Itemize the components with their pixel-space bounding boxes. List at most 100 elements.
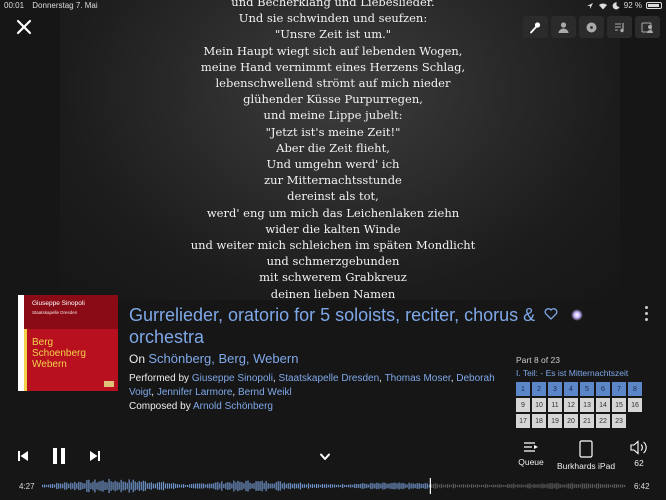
waveform-bar bbox=[384, 482, 386, 490]
artist-view-button[interactable] bbox=[551, 16, 576, 38]
waveform-bar bbox=[112, 482, 114, 490]
composer-link[interactable]: Arnold Schönberg bbox=[193, 401, 273, 412]
playhead[interactable] bbox=[429, 478, 431, 494]
performer-link[interactable]: Thomas Moser bbox=[385, 373, 451, 384]
performer-view-button[interactable] bbox=[635, 16, 660, 38]
location-icon bbox=[586, 2, 593, 9]
waveform-bar bbox=[104, 481, 106, 491]
waveform-bar bbox=[533, 483, 535, 489]
part-cell[interactable]: 9 bbox=[516, 398, 530, 412]
waveform-bar bbox=[319, 484, 322, 488]
close-button[interactable] bbox=[14, 17, 34, 37]
volume-button[interactable]: 62 bbox=[610, 440, 666, 468]
part-cell[interactable]: 2 bbox=[532, 382, 546, 396]
part-cell[interactable]: 14 bbox=[596, 398, 610, 412]
performers-prefix: Performed by bbox=[129, 373, 190, 384]
performer-link[interactable]: Giuseppe Sinopoli bbox=[192, 373, 273, 384]
album-view-button[interactable] bbox=[579, 16, 604, 38]
part-cell[interactable]: 22 bbox=[596, 414, 610, 428]
waveform-bar bbox=[265, 480, 267, 492]
album-cover[interactable]: Giuseppe Sinopoli Staatskapelle Dresden … bbox=[18, 295, 118, 391]
pause-button[interactable] bbox=[50, 446, 68, 466]
waveform-bar bbox=[74, 481, 76, 491]
waveform-bar bbox=[56, 482, 58, 490]
waveform-bar bbox=[255, 481, 257, 491]
more-options-button[interactable] bbox=[643, 306, 649, 326]
part-cell[interactable]: 18 bbox=[532, 414, 546, 428]
lyric-line: Aber die Zeit flieht, bbox=[276, 140, 390, 155]
waveform-bar bbox=[281, 483, 283, 489]
queue-button[interactable]: Queue bbox=[501, 440, 561, 467]
waveform-bar bbox=[307, 483, 310, 489]
waveform-bar bbox=[323, 484, 326, 488]
part-cell[interactable]: 10 bbox=[532, 398, 546, 412]
composer-view-button[interactable] bbox=[607, 16, 632, 38]
waveform-bar bbox=[481, 484, 483, 488]
waveform-bar bbox=[559, 483, 561, 489]
waveform-bar bbox=[450, 484, 452, 488]
sparkle-icon[interactable] bbox=[571, 309, 583, 321]
waveform-bar bbox=[350, 484, 352, 488]
collapse-button[interactable] bbox=[318, 450, 332, 462]
part-cell[interactable]: 23 bbox=[612, 414, 626, 428]
part-cell[interactable]: 20 bbox=[564, 414, 578, 428]
waveform-bar bbox=[483, 484, 485, 488]
waveform-bar bbox=[491, 484, 493, 488]
waveform-bar bbox=[382, 482, 384, 490]
part-cell[interactable]: 21 bbox=[580, 414, 594, 428]
waveform-bar bbox=[549, 483, 551, 489]
performer-link[interactable]: Staatskapelle Dresden bbox=[279, 373, 380, 384]
part-cell[interactable]: 17 bbox=[516, 414, 530, 428]
waveform-scrubber[interactable] bbox=[42, 478, 626, 494]
performer-link[interactable]: Bernd Weikl bbox=[238, 387, 292, 398]
waveform-bar bbox=[271, 483, 273, 489]
part-cell[interactable]: 16 bbox=[628, 398, 642, 412]
heart-icon[interactable] bbox=[544, 307, 558, 321]
waveform-bar bbox=[340, 485, 342, 487]
waveform-bar bbox=[84, 483, 86, 489]
waveform-bar bbox=[299, 482, 301, 490]
next-button[interactable] bbox=[88, 449, 102, 463]
previous-button[interactable] bbox=[16, 449, 30, 463]
waveform-bar bbox=[458, 484, 461, 488]
part-cell[interactable]: 8 bbox=[628, 382, 642, 396]
waveform-bar bbox=[428, 484, 430, 488]
waveform-bar bbox=[327, 484, 330, 488]
waveform-bar bbox=[130, 482, 132, 490]
part-cell[interactable]: 7 bbox=[612, 382, 626, 396]
pause-icon bbox=[53, 448, 65, 464]
lyric-line: deinen lieben Namen bbox=[270, 286, 396, 301]
track-title[interactable]: Gurrelieder, oratorio for 5 soloists, re… bbox=[129, 304, 539, 348]
waveform-bar bbox=[563, 484, 565, 488]
waveform-bar bbox=[229, 482, 231, 490]
lyrics-view-button[interactable] bbox=[523, 16, 548, 38]
waveform-bar bbox=[176, 484, 179, 488]
cover-label-logo bbox=[104, 381, 114, 387]
performer-link[interactable]: Jennifer Larmore bbox=[157, 387, 233, 398]
output-device-button[interactable]: Burkhards iPad bbox=[556, 440, 616, 471]
album-link[interactable]: Schönberg, Berg, Webern bbox=[148, 351, 298, 366]
part-cell[interactable]: 5 bbox=[580, 382, 594, 396]
part-cell[interactable]: 19 bbox=[548, 414, 562, 428]
waveform-bar bbox=[100, 480, 102, 492]
lyric-line: Und sie schwinden und seufzen: bbox=[238, 11, 428, 26]
part-cell[interactable]: 11 bbox=[548, 398, 562, 412]
waveform-bar bbox=[541, 483, 543, 489]
waveform-bar bbox=[370, 482, 372, 490]
waveform-bar bbox=[287, 483, 289, 489]
part-cell[interactable]: 15 bbox=[612, 398, 626, 412]
waveform-bar bbox=[454, 484, 457, 488]
part-cell[interactable]: 12 bbox=[564, 398, 578, 412]
waveform-bar bbox=[573, 484, 575, 488]
part-cell[interactable]: 13 bbox=[580, 398, 594, 412]
composer-prefix: Composed by bbox=[129, 401, 191, 412]
part-cell[interactable]: 6 bbox=[596, 382, 610, 396]
waveform-bar bbox=[269, 483, 271, 489]
waveform-bar bbox=[442, 484, 444, 488]
part-cell[interactable]: 3 bbox=[548, 382, 562, 396]
part-cell[interactable]: 1 bbox=[516, 382, 530, 396]
part-cell[interactable]: 4 bbox=[564, 382, 578, 396]
waveform-bar bbox=[289, 482, 291, 490]
waveform-bar bbox=[164, 483, 167, 489]
waveform-bar bbox=[410, 483, 412, 489]
